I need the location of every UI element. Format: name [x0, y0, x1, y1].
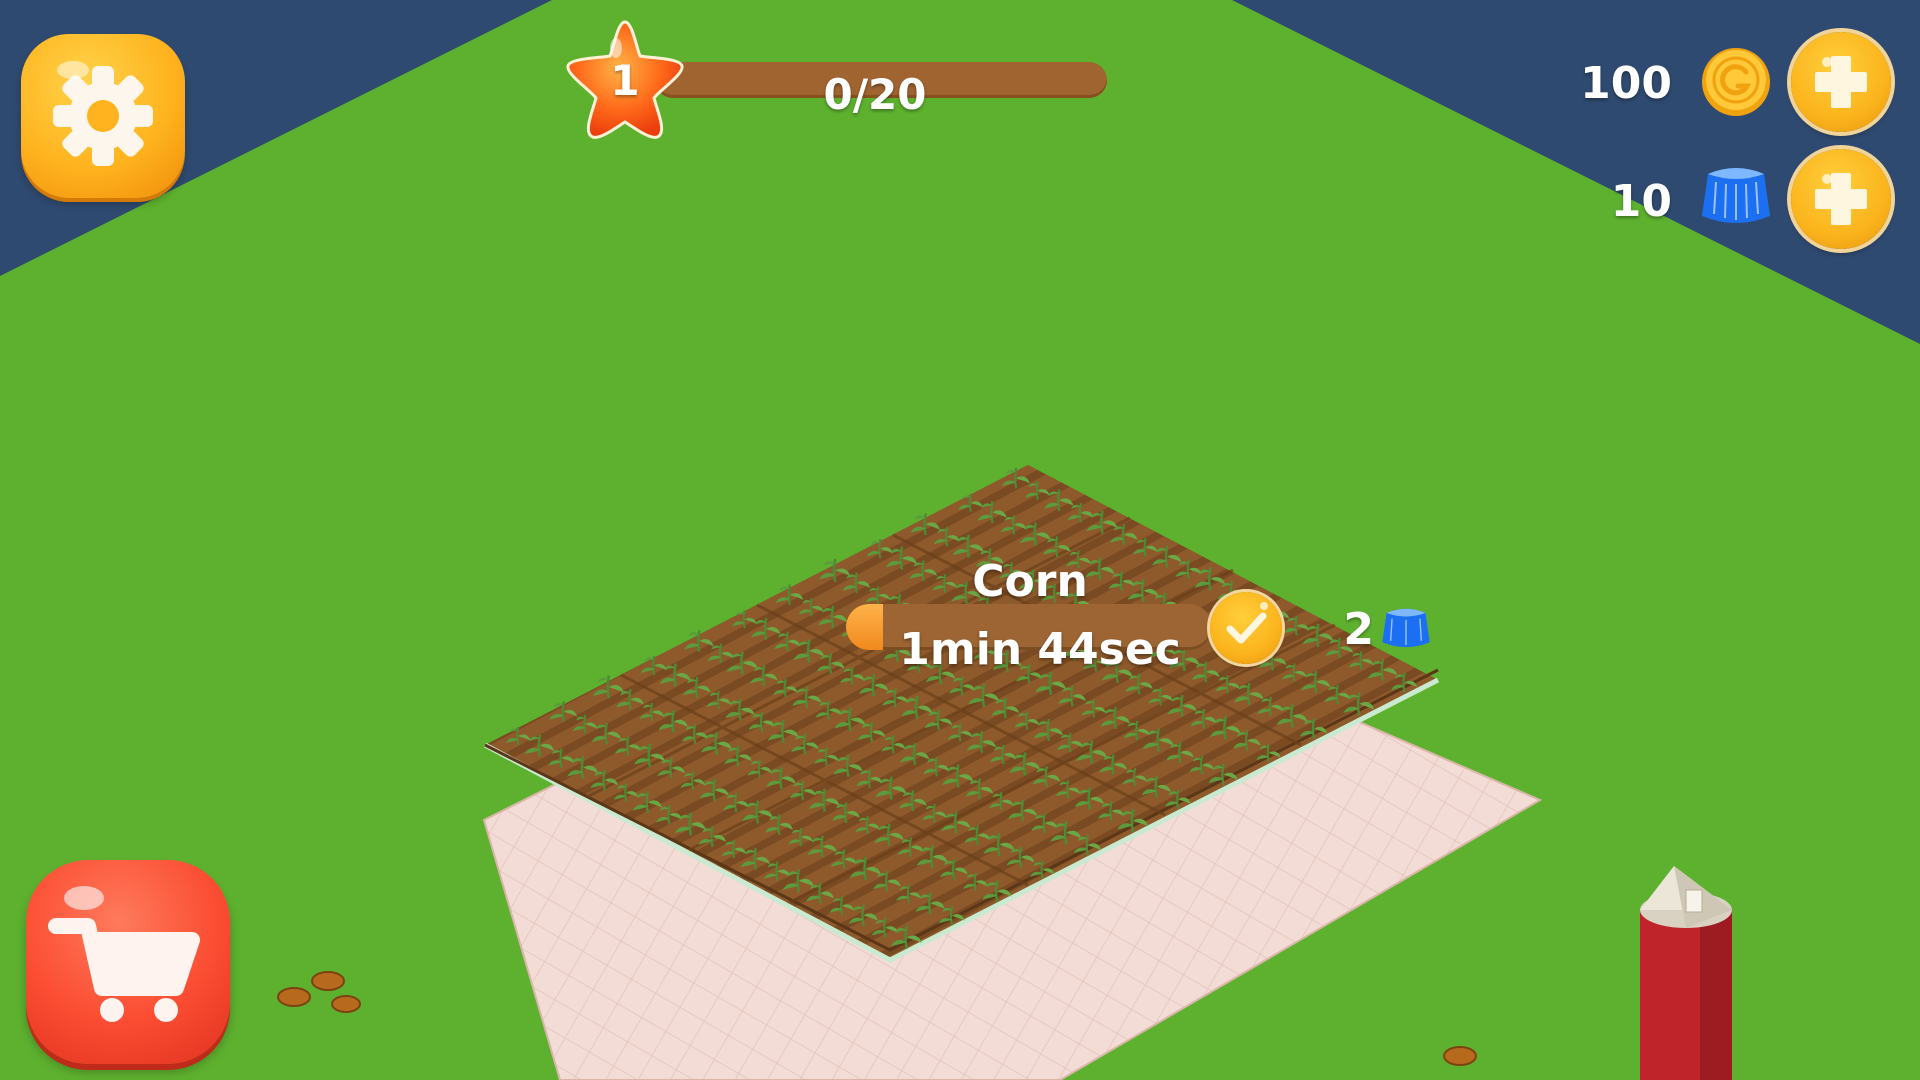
speedup-cost: 2	[1343, 604, 1374, 655]
harvest-button[interactable]	[1210, 592, 1282, 664]
gem-count: 10	[1610, 176, 1672, 227]
silo[interactable]	[1640, 866, 1732, 1080]
shop-button[interactable]	[26, 860, 230, 1064]
gear-icon	[53, 61, 153, 166]
xp-progress-text: 0/20	[823, 70, 927, 119]
settings-button[interactable]	[21, 34, 185, 198]
farm-scene	[0, 0, 1920, 1080]
add-coins-button[interactable]	[1791, 32, 1891, 132]
gem-icon[interactable]	[1380, 606, 1432, 652]
crop-name: Corn	[972, 556, 1088, 607]
coin-icon	[1702, 48, 1770, 116]
plus-icon	[1815, 56, 1867, 108]
level-number: 1	[610, 56, 640, 105]
shopping-cart-icon	[48, 886, 200, 1022]
checkmark-icon	[1226, 602, 1268, 644]
add-gems-button[interactable]	[1791, 149, 1891, 249]
coin-count: 100	[1580, 58, 1672, 109]
plus-icon	[1815, 173, 1867, 225]
crop-time-remaining: 1min 44sec	[899, 624, 1181, 675]
gem-icon	[1702, 168, 1770, 223]
